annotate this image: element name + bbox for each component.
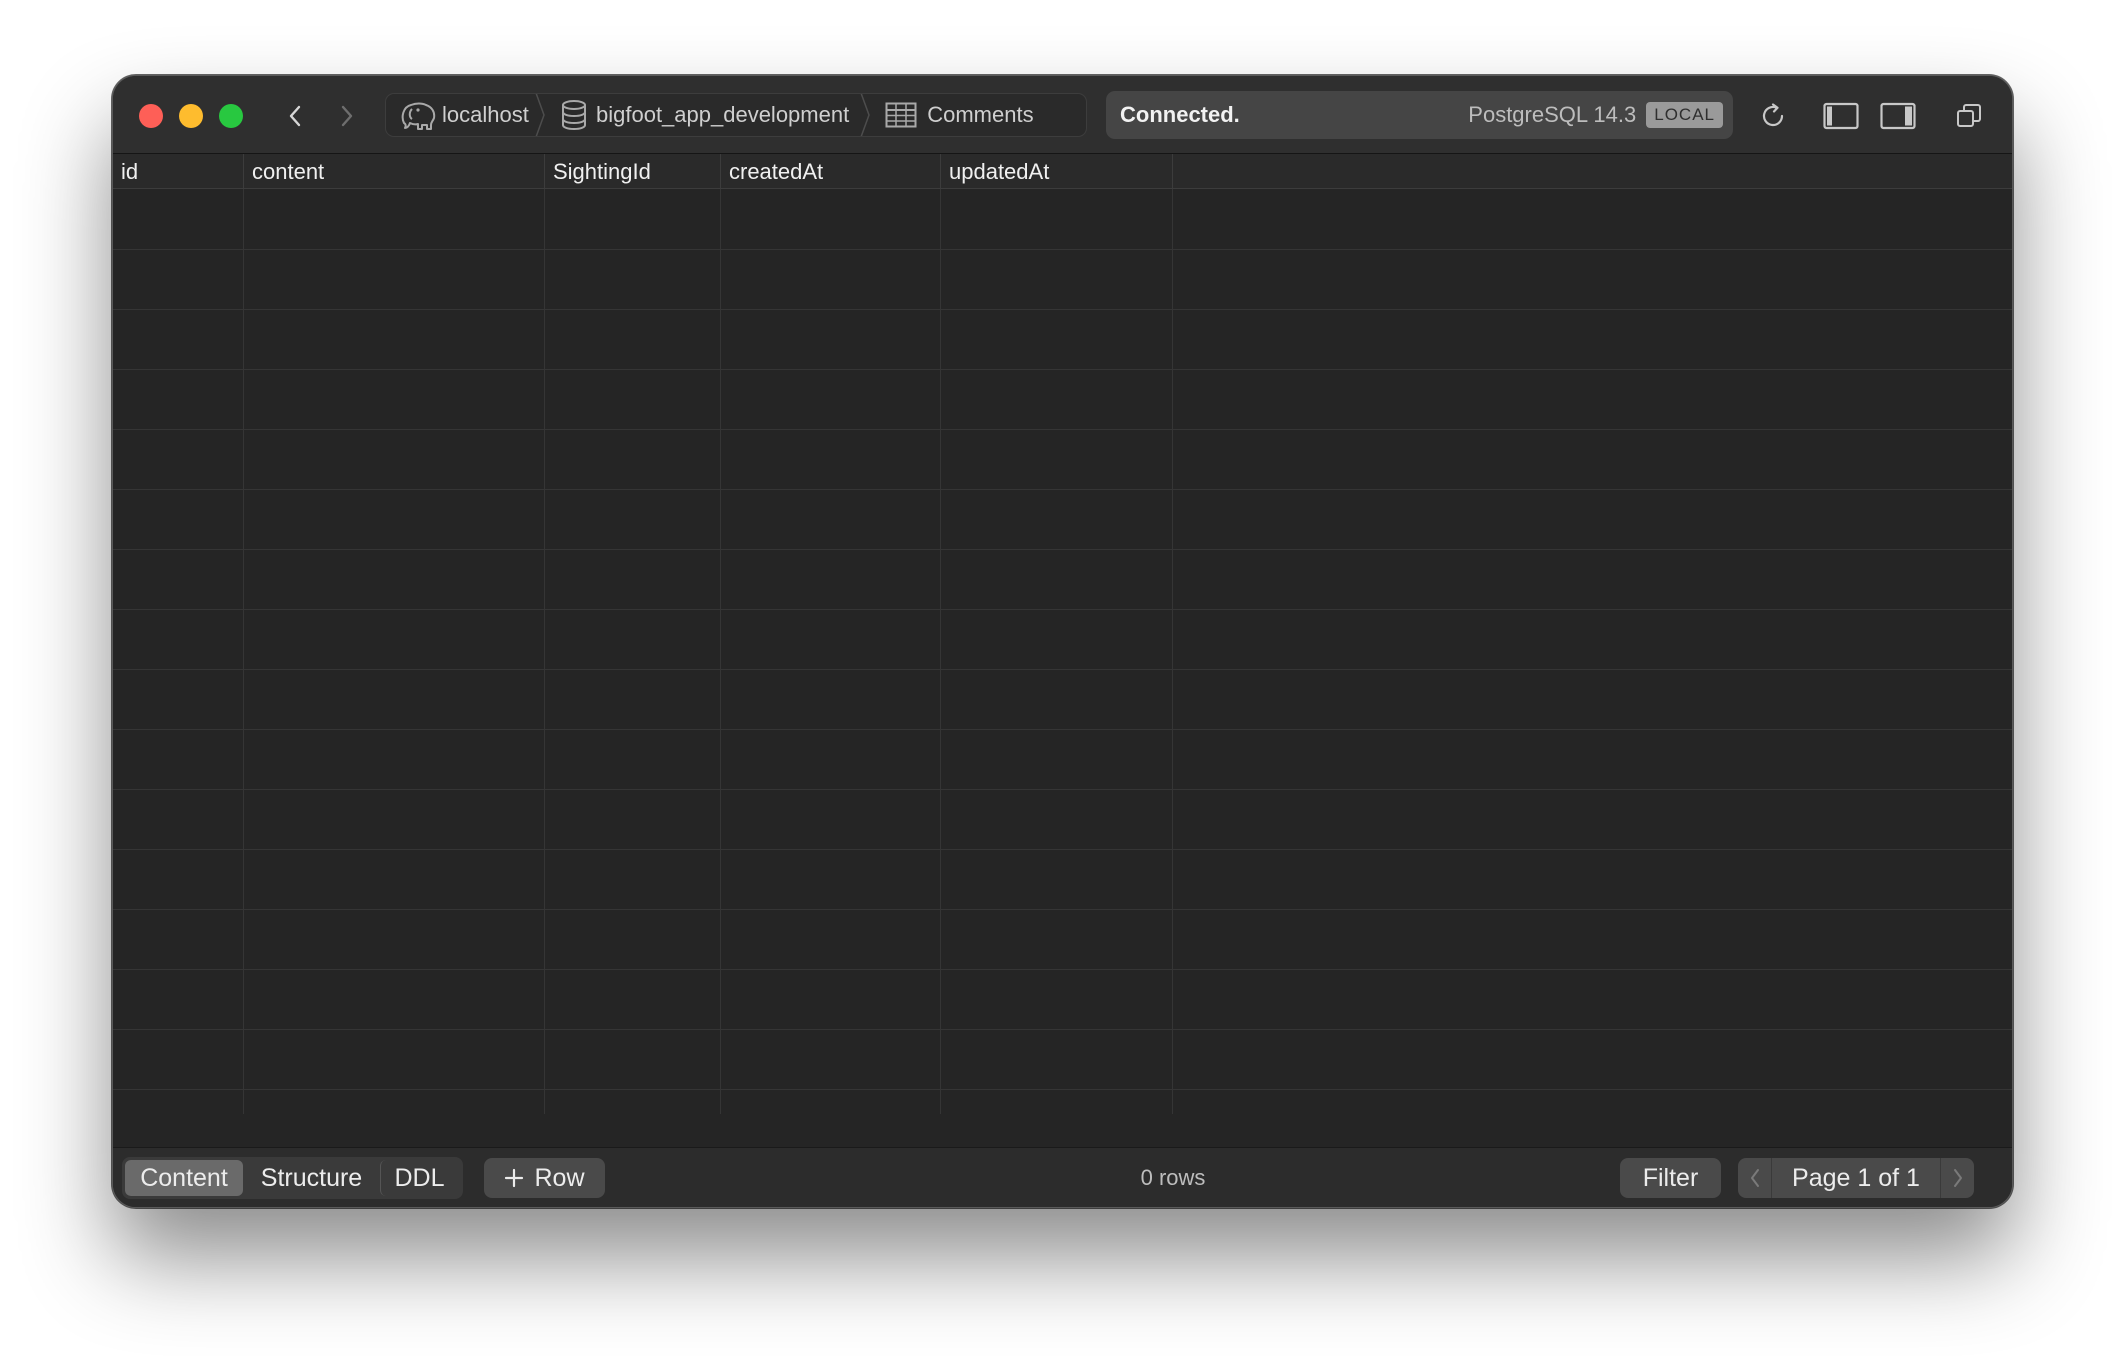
row-divider (113, 1089, 2012, 1090)
add-row-button[interactable]: Row (484, 1158, 605, 1198)
next-page-button[interactable] (1940, 1158, 1974, 1198)
database-label: bigfoot_app_development (596, 102, 850, 127)
column-divider (1172, 189, 1173, 1114)
new-window-button[interactable] (1949, 96, 1989, 136)
sidebar-left-icon (1823, 102, 1859, 130)
table-icon (885, 102, 917, 128)
breadcrumb-separator-icon (535, 94, 545, 136)
row-divider (113, 729, 2012, 730)
add-row-label: Row (534, 1163, 585, 1192)
back-button[interactable] (277, 98, 313, 134)
breadcrumb-table[interactable]: Comments (871, 94, 1034, 136)
host-label: localhost (442, 102, 529, 127)
pagination: Page 1 of 1 (1738, 1158, 1974, 1198)
refresh-icon (1762, 103, 1784, 127)
row-divider (113, 369, 2012, 370)
row-divider (113, 309, 2012, 310)
bottom-toolbar: Content Structure DDL Row 0 rows Filter … (113, 1147, 2012, 1207)
column-header-createdat[interactable]: createdAt (721, 154, 941, 189)
row-divider (113, 909, 2012, 910)
chevron-right-icon (1953, 1169, 1962, 1187)
breadcrumb-host[interactable]: localhost (386, 94, 534, 136)
elephant-icon (401, 102, 436, 130)
column-header-row: id content SightingId createdAt updatedA… (113, 154, 2012, 189)
chevron-left-icon (1750, 1169, 1759, 1187)
breadcrumb: localhost bigfoot_app_development Commen… (385, 93, 1087, 137)
app-window: localhost bigfoot_app_development Commen… (112, 75, 2013, 1208)
row-divider (113, 1029, 2012, 1030)
maximize-window-button[interactable] (219, 104, 243, 128)
previous-page-button[interactable] (1738, 1158, 1772, 1198)
chevron-right-icon (341, 105, 353, 127)
toggle-right-panel-button[interactable] (1878, 96, 1918, 136)
toggle-left-panel-button[interactable] (1821, 96, 1861, 136)
row-divider (113, 609, 2012, 610)
row-divider (113, 249, 2012, 250)
window-overlap-icon (1957, 104, 1981, 127)
column-header-updatedat[interactable]: updatedAt (941, 154, 1173, 189)
row-divider (113, 669, 2012, 670)
table-label: Comments (927, 102, 1034, 127)
status-badge: LOCAL (1646, 102, 1723, 128)
status-text: Connected. (1120, 102, 1240, 127)
tab-structure[interactable]: Structure (243, 1160, 380, 1196)
breadcrumb-separator-icon (860, 94, 871, 136)
row-divider (113, 849, 2012, 850)
column-header-id[interactable]: id (113, 154, 244, 189)
plus-icon (505, 1168, 524, 1188)
database-icon (562, 100, 586, 131)
forward-button[interactable] (329, 98, 365, 134)
view-mode-segmented-control: Content Structure DDL (122, 1157, 463, 1199)
close-window-button[interactable] (139, 104, 163, 128)
connection-status: Connected. PostgreSQL 14.3 LOCAL (1106, 91, 1733, 139)
filter-button[interactable]: Filter (1620, 1158, 1721, 1198)
column-divider (720, 189, 721, 1114)
row-count: 0 rows (1140, 1165, 1206, 1190)
column-divider (243, 189, 244, 1114)
column-header-content[interactable]: content (244, 154, 545, 189)
column-divider (544, 189, 545, 1114)
row-divider (113, 489, 2012, 490)
row-divider (113, 549, 2012, 550)
title-bar: localhost bigfoot_app_development Commen… (113, 76, 2012, 154)
minimize-window-button[interactable] (179, 104, 203, 128)
breadcrumb-database[interactable]: bigfoot_app_development (546, 94, 849, 136)
refresh-button[interactable] (1753, 96, 1793, 136)
page-indicator: Page 1 of 1 (1792, 1163, 1920, 1192)
db-version: PostgreSQL 14.3 (1468, 102, 1637, 127)
column-header-sightingid[interactable]: SightingId (545, 154, 721, 189)
sidebar-right-icon (1880, 102, 1916, 130)
row-divider (113, 429, 2012, 430)
tab-ddl[interactable]: DDL (380, 1160, 458, 1196)
chevron-left-icon (289, 105, 301, 127)
column-divider (940, 189, 941, 1114)
row-divider (113, 789, 2012, 790)
tab-content[interactable]: Content (125, 1160, 243, 1196)
data-grid[interactable]: id content SightingId createdAt updatedA… (113, 154, 2012, 1114)
row-divider (113, 969, 2012, 970)
